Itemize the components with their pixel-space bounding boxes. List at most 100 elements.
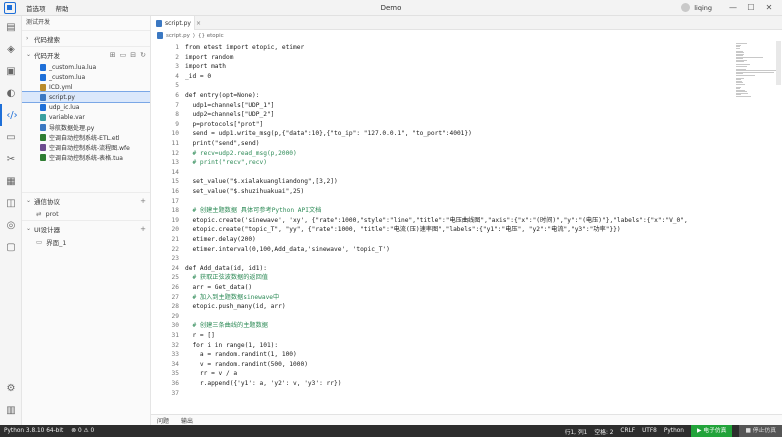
stop-simulation-button[interactable]: ■ 停止仿真 <box>739 425 782 437</box>
new-file-icon[interactable]: ⊞ <box>110 51 116 59</box>
tab-output[interactable]: 输出 <box>181 416 193 425</box>
ui-item[interactable]: ▭ 界面_1 <box>22 236 150 248</box>
code-line[interactable]: 4 _id = 0 <box>151 72 734 82</box>
code-line[interactable]: 20 etopic.create("topic_T", "yy", {"rate… <box>151 225 734 235</box>
code-editor[interactable]: 1 from etest import etopic, etimer 2 import… <box>151 41 734 414</box>
line-number: 1 <box>175 44 179 51</box>
code-line[interactable]: 27 # 加入到主题数据sinewave中 <box>151 293 734 303</box>
minimap[interactable] <box>734 41 782 101</box>
code-line[interactable]: 23 <box>151 254 734 264</box>
file-item[interactable]: 空调自动控制系统-表格.tua <box>22 152 150 162</box>
tab-problems[interactable]: 问题 <box>157 416 169 425</box>
code-icon[interactable]: ‹/› <box>0 104 22 126</box>
code-line[interactable]: 12 # recv=udp2.read_msg(p,2000) <box>151 149 734 159</box>
add-ui-button[interactable]: + <box>140 225 146 233</box>
code-line[interactable]: 11 print("send",send) <box>151 139 734 149</box>
code-line[interactable]: 26 arr = Get_data() <box>151 283 734 293</box>
code-line[interactable]: 33 a = random.randint(1, 100) <box>151 350 734 360</box>
document-icon[interactable]: ▭ <box>0 126 22 148</box>
problems-count[interactable]: ⊗ 0 ⚠ 0 <box>71 428 94 434</box>
code-line[interactable]: 6 def entry(opt=None): <box>151 91 734 101</box>
code-line[interactable]: 19 etopic.create('sinewave', 'xy', {"rat… <box>151 216 734 226</box>
file-item[interactable]: 导航数据处理.py <box>22 122 150 132</box>
collapse-icon[interactable]: ⊟ <box>130 51 136 59</box>
code-line[interactable]: 28 etopic.push_many(id, arr) <box>151 302 734 312</box>
file-item[interactable]: variable.var <box>22 112 150 122</box>
indent-spaces[interactable]: 空格: 2 <box>594 427 613 436</box>
menu-help[interactable]: 帮助 <box>56 3 69 13</box>
protocol-item[interactable]: ⇄ prot <box>22 208 150 220</box>
user-area[interactable]: liqing <box>681 3 712 12</box>
code-line[interactable]: 13 # print("recv",recv) <box>151 158 734 168</box>
file-item[interactable]: _custom.lua <box>22 72 150 82</box>
new-folder-icon[interactable]: ▭ <box>120 51 127 59</box>
code-line[interactable]: 14 <box>151 168 734 178</box>
tools-icon[interactable]: ✂ <box>0 148 22 170</box>
code-line[interactable]: 10 send = udp1.write_msg(p,{"data":10},{… <box>151 129 734 139</box>
run-simulation-button[interactable]: ▶ 电子仿真 <box>690 425 733 437</box>
grid-icon[interactable]: ▥ <box>0 399 22 421</box>
minimize-button[interactable]: — <box>724 2 742 14</box>
panel-icon[interactable]: ◫ <box>0 192 22 214</box>
section-code-dev[interactable]: ⌄ 代码开发 ⊞ ▭ ⊟ ↻ <box>22 46 150 62</box>
file-item[interactable]: udp_ic.lua <box>22 102 150 112</box>
code-line[interactable]: 17 <box>151 197 734 207</box>
file-encoding[interactable]: UTF8 <box>642 428 657 434</box>
code-line[interactable]: 36 r.append({'y1': a, 'y2': v, 'y3': rr}… <box>151 379 734 389</box>
code-line[interactable]: 35 rr = v / a <box>151 369 734 379</box>
code-line[interactable]: 34 v = random.randint(500, 1000) <box>151 360 734 370</box>
scrollbar[interactable] <box>776 41 781 85</box>
code-line[interactable]: 8 udp2=channels["UDP_2"] <box>151 110 734 120</box>
line-number: 18 <box>171 207 179 215</box>
code-line[interactable]: 3 import math <box>151 62 734 72</box>
code-text: # 获取正弦波数据的返回值 <box>185 274 268 282</box>
cursor-position[interactable]: 行1, 列1 <box>565 427 588 436</box>
code-line[interactable]: 21 etimer.delay(200) <box>151 235 734 245</box>
tab-script-py[interactable]: script.py × <box>151 16 201 30</box>
file-item[interactable]: _custom.lua.lua <box>22 62 150 72</box>
code-line[interactable]: 9 p=protocols["prot"] <box>151 120 734 130</box>
code-line[interactable]: 37 <box>151 389 734 399</box>
settings-icon[interactable]: ⚙ <box>0 377 22 399</box>
code-line[interactable]: 32 for i in range(1, 101): <box>151 341 734 351</box>
monitor-icon[interactable]: ▢ <box>0 236 22 258</box>
refresh-icon[interactable]: ↻ <box>140 51 146 59</box>
close-icon[interactable]: × <box>196 20 201 27</box>
code-line[interactable]: 2 import random <box>151 53 734 63</box>
file-item[interactable]: script.py <box>22 91 150 103</box>
layers-icon[interactable]: ◈ <box>0 38 22 60</box>
line-ending[interactable]: CRLF <box>620 428 635 434</box>
code-line[interactable]: 29 <box>151 312 734 322</box>
code-line[interactable]: 5 <box>151 81 734 91</box>
code-line[interactable]: 15 set_value("$.xialakuangliandong",[3,2… <box>151 177 734 187</box>
code-line[interactable]: 1 from etest import etopic, etimer <box>151 43 734 53</box>
code-line[interactable]: 24 def Add_data(id, id1): <box>151 264 734 274</box>
add-protocol-button[interactable]: + <box>140 197 146 205</box>
broadcast-icon[interactable]: ◎ <box>0 214 22 236</box>
breadcrumb-file[interactable]: script.py <box>166 33 190 39</box>
code-line[interactable]: 25 # 获取正弦波数据的返回值 <box>151 273 734 283</box>
close-button[interactable]: ✕ <box>760 2 778 14</box>
code-line[interactable]: 7 udp1=channels["UDP_1"] <box>151 101 734 111</box>
code-line[interactable]: 22 etimer.interval(0,100,Add_data,'sinew… <box>151 245 734 255</box>
code-line[interactable]: 16 set_value("$.shuzihuakuai",25) <box>151 187 734 197</box>
maximize-button[interactable]: ☐ <box>742 2 760 14</box>
section-protocol[interactable]: ⌄ 通信协议 + <box>22 192 150 208</box>
code-line[interactable]: 18 # 创建主题数据 具体可参考Python API文档 <box>151 206 734 216</box>
file-item[interactable]: 空调自动控制系统-ETL.etl <box>22 132 150 142</box>
package-icon[interactable]: ▣ <box>0 60 22 82</box>
language-mode[interactable]: Python <box>664 428 684 434</box>
section-label: 通信协议 <box>34 197 60 206</box>
contrast-icon[interactable]: ◐ <box>0 82 22 104</box>
file-item[interactable]: 空调自动控制系统-流程图.wfe <box>22 142 150 152</box>
table-icon[interactable]: ▦ <box>0 170 22 192</box>
code-line[interactable]: 30 # 创建三条曲线的主题数据 <box>151 321 734 331</box>
file-item[interactable]: ICD.yml <box>22 82 150 92</box>
code-line[interactable]: 31 r = [] <box>151 331 734 341</box>
menu-preferences[interactable]: 首选项 <box>26 3 46 13</box>
python-interpreter[interactable]: Python 3.8.10 64-bit <box>4 428 63 434</box>
breadcrumb-symbol[interactable]: {} etopic <box>198 33 224 39</box>
files-icon[interactable]: ▤ <box>0 16 22 38</box>
section-ui-designer[interactable]: ⌄ UI设计器 + <box>22 220 150 236</box>
section-code-search[interactable]: › 代码搜索 <box>22 30 150 46</box>
